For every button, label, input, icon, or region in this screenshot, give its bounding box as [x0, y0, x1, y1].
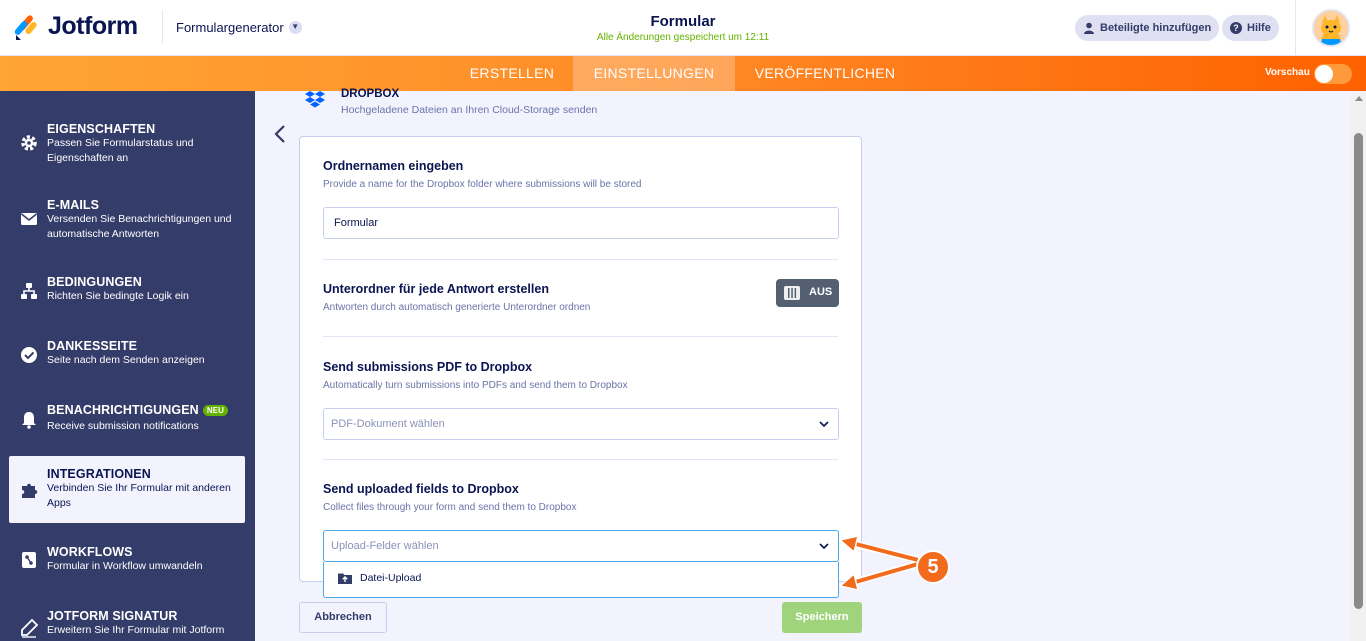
add-participants-button[interactable]: Beteiligte hinzufügen: [1075, 15, 1220, 41]
section-divider: [323, 259, 838, 260]
sidebar-item-title: BEDINGUNGEN: [47, 275, 142, 289]
subfolder-toggle-label: AUS: [809, 286, 833, 298]
help-button[interactable]: ? Hilfe: [1222, 15, 1279, 41]
jotform-logo-icon: [14, 14, 37, 40]
sidebar-item-title: E-MAILS: [47, 198, 100, 212]
help-label: Hilfe: [1247, 22, 1271, 34]
save-status: Alle Änderungen gespeichert um 12:11: [596, 32, 770, 43]
subfolder-toggle[interactable]: AUS: [776, 279, 839, 307]
workflow-icon: [22, 552, 36, 568]
brand-name: Jotform: [48, 12, 138, 40]
sidebar-item-desc: Seite nach dem Senden anzeigen: [47, 354, 205, 366]
section-divider: [323, 336, 838, 337]
sidebar-item-desc: Erweitern Sie Ihr Formular mit Jotform: [47, 624, 225, 636]
pen-icon: [21, 618, 39, 638]
avatar[interactable]: [1312, 9, 1350, 47]
add-participants-label: Beteiligte hinzufügen: [1100, 22, 1212, 34]
new-badge: NEU: [202, 405, 229, 417]
section-divider: [323, 459, 838, 460]
folder-name-desc: Provide a name for the Dropbox folder wh…: [323, 179, 642, 190]
avatar-divider: [1295, 0, 1296, 56]
folder-name-label: Ordnernamen eingeben: [323, 159, 464, 173]
user-icon: [1084, 22, 1094, 34]
settings-sidebar: EIGENSCHAFTEN Passen Sie Formularstatus …: [0, 91, 255, 641]
sidebar-item-title-text: BENACHRICHTIGUNGEN: [47, 403, 199, 417]
annotation-step-badge: 5: [916, 550, 950, 584]
folder-name-input[interactable]: Formular: [323, 207, 839, 239]
form-title[interactable]: Formular: [583, 13, 783, 30]
sidebar-item-dankesseite[interactable]: DANKESSEITE Seite nach dem Senden anzeig…: [9, 329, 245, 396]
upload-fields-select[interactable]: Upload-Felder wählen: [323, 530, 839, 562]
bell-icon: [22, 412, 36, 429]
header-divider: [162, 10, 163, 44]
preview-label: Vorschau: [1265, 67, 1310, 78]
check-circle-icon: [21, 347, 37, 363]
top-header: Jotform Formulargenerator ▼ Formular All…: [0, 0, 1366, 56]
sidebar-item-jotform-signatur[interactable]: JOTFORM SIGNATUR Erweitern Sie Ihr Formu…: [9, 598, 245, 641]
sidebar-item-desc: Receive submission notifications: [47, 420, 199, 432]
pdf-label: Send submissions PDF to Dropbox: [323, 360, 533, 374]
sidebar-item-title: JOTFORM SIGNATUR: [47, 609, 178, 623]
sidebar-item-workflows[interactable]: WORKFLOWS Formular in Workflow umwandeln: [9, 535, 245, 602]
upload-fields-dropdown: Datei-Upload: [323, 562, 839, 598]
sidebar-item-desc: Passen Sie Formularstatus und Eigenschaf…: [47, 137, 194, 164]
question-icon: ?: [1230, 22, 1242, 34]
tab-veroeffentlichen[interactable]: VERÖFFENTLICHEN: [736, 56, 914, 91]
toggle-knob: [1315, 65, 1333, 83]
integration-title: DROPBOX: [341, 88, 400, 100]
cat-avatar-icon: [1314, 11, 1348, 45]
save-button[interactable]: Speichern: [782, 602, 862, 633]
sidebar-item-title: WORKFLOWS: [47, 545, 133, 559]
gear-icon: [21, 135, 37, 151]
sidebar-item-benachrichtigungen[interactable]: BENACHRICHTIGUNGEN NEU Receive submission…: [9, 393, 245, 460]
folder-upload-icon: [338, 573, 352, 584]
chevron-down-icon: ▼: [288, 21, 302, 34]
chevron-down-icon: [819, 543, 829, 550]
pdf-select[interactable]: PDF-Dokument wählen: [323, 408, 839, 440]
sidebar-item-eigenschaften[interactable]: EIGENSCHAFTEN Passen Sie Formularstatus …: [9, 111, 245, 178]
jotform-logo[interactable]: Jotform: [14, 12, 138, 41]
dropbox-settings-card: [299, 136, 862, 582]
sidebar-item-desc: Versenden Sie Benachrichtigungen und aut…: [47, 213, 232, 240]
sidebar-item-title: DANKESSEITE: [47, 339, 138, 353]
sidebar-item-title: INTEGRATIONEN: [47, 467, 151, 481]
main-nav: ERSTELLEN EINSTELLUNGEN VERÖFFENTLICHEN …: [0, 56, 1366, 91]
sidebar-item-desc: Verbinden Sie Ihr Formular mit anderen A…: [47, 482, 231, 509]
integration-subtitle: Hochgeladene Dateien an Ihren Cloud-Stor…: [341, 104, 598, 116]
sidebar-item-bedingungen[interactable]: BEDINGUNGEN Richten Sie bedingte Logik e…: [9, 265, 245, 332]
puzzle-icon: [22, 483, 38, 498]
dropbox-icon: [305, 91, 325, 108]
pdf-select-placeholder: PDF-Dokument wählen: [331, 418, 445, 430]
preview-toggle[interactable]: [1314, 64, 1352, 84]
form-title-block: Formular Alle Änderungen gespeichert um …: [583, 13, 783, 43]
toggle-bars-icon: [784, 286, 800, 300]
back-chevron-icon[interactable]: [272, 124, 288, 144]
cancel-button[interactable]: Abbrechen: [299, 602, 387, 633]
dropdown-option-label: Datei-Upload: [360, 572, 422, 584]
tab-einstellungen[interactable]: EINSTELLUNGEN: [573, 56, 735, 91]
subfolder-label: Unterordner für jede Antwort erstellen: [323, 282, 549, 296]
tab-erstellen[interactable]: ERSTELLEN: [452, 56, 572, 91]
page-scrollbar[interactable]: [1351, 91, 1366, 641]
form-generator-dropdown[interactable]: Formulargenerator ▼: [176, 20, 302, 35]
pdf-desc: Automatically turn submissions into PDFs…: [323, 380, 628, 391]
upload-desc: Collect files through your form and send…: [323, 502, 577, 513]
sidebar-item-desc: Formular in Workflow umwandeln: [47, 560, 203, 572]
subfolder-desc: Antworten durch automatisch generierte U…: [323, 302, 591, 313]
annotation-arrows: [838, 535, 918, 591]
scrollbar-thumb[interactable]: [1354, 133, 1363, 609]
upload-select-placeholder: Upload-Felder wählen: [331, 540, 439, 552]
sidebar-item-emails[interactable]: E-MAILS Versenden Sie Benachrichtigungen…: [9, 187, 245, 254]
sidebar-item-desc: Richten Sie bedingte Logik ein: [47, 290, 189, 302]
scroll-up-arrow-icon[interactable]: [1355, 96, 1363, 101]
upload-label: Send uploaded fields to Dropbox: [323, 482, 519, 496]
branch-icon: [21, 283, 37, 299]
sidebar-item-integrationen[interactable]: INTEGRATIONEN Verbinden Sie Ihr Formular…: [9, 456, 245, 523]
dropdown-option-datei-upload[interactable]: Datei-Upload: [338, 572, 421, 584]
sidebar-item-title: BENACHRICHTIGUNGEN NEU: [47, 403, 229, 417]
sidebar-item-title: EIGENSCHAFTEN: [47, 122, 156, 136]
envelope-icon: [21, 213, 37, 225]
form-generator-label: Formulargenerator: [176, 20, 284, 35]
chevron-down-icon: [819, 421, 829, 428]
